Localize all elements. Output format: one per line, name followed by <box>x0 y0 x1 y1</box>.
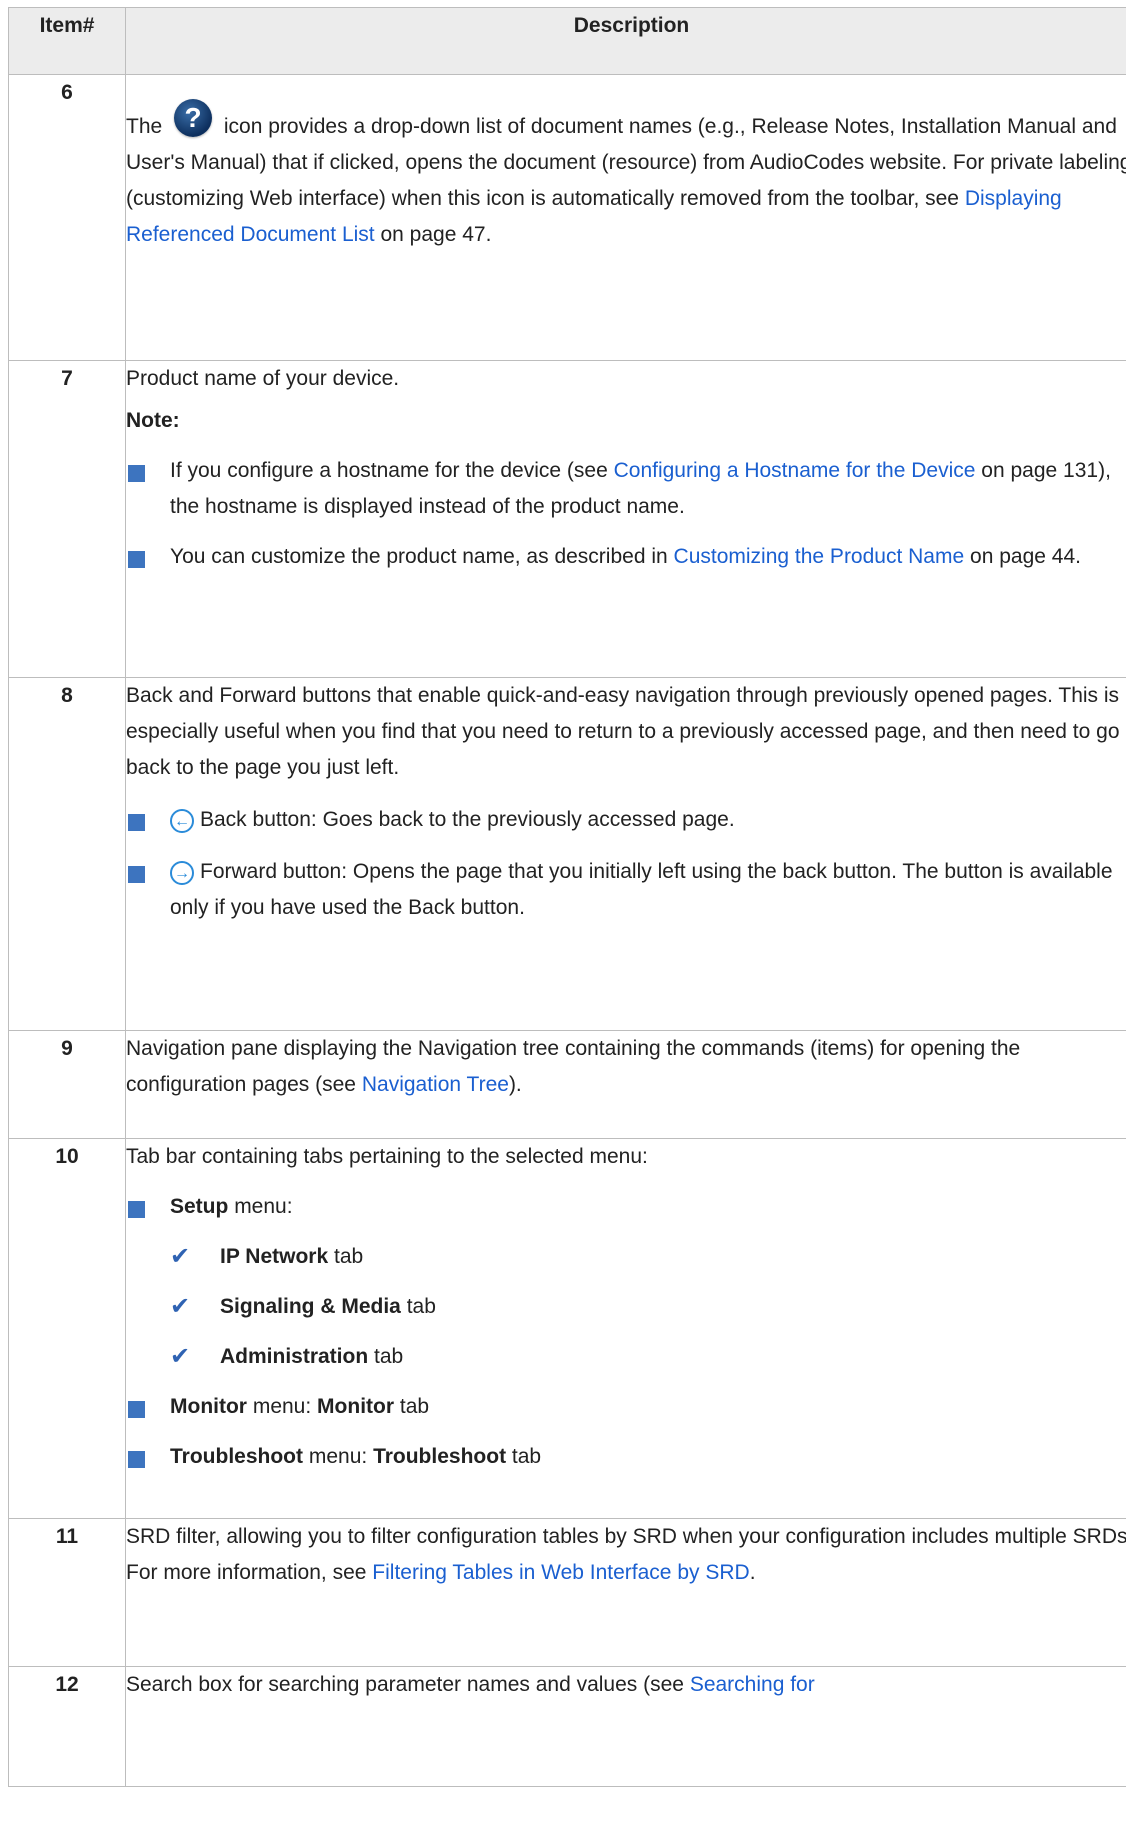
item-description: Back and Forward buttons that enable qui… <box>125 677 1126 1031</box>
back-arrow-icon: ← <box>170 809 194 833</box>
table-row: 8 Back and Forward buttons that enable q… <box>8 677 1126 1031</box>
list-item: Troubleshoot menu: Troubleshoot tab <box>126 1439 1126 1475</box>
table-row: 9 Navigation pane displaying the Navigat… <box>8 1030 1126 1139</box>
list-item: ✔ Administration tab <box>126 1339 1126 1375</box>
list-item: Setup menu: <box>126 1189 1126 1225</box>
item-description: Product name of your device. Note: If yo… <box>125 360 1126 678</box>
item-description-table: Item# Description 6 The ? icon provides … <box>8 7 1126 1787</box>
header-item: Item# <box>8 7 126 75</box>
item-description: The ? icon provides a drop-down list of … <box>125 74 1126 361</box>
item-number: 6 <box>8 74 126 361</box>
list-item: → Forward button: Opens the page that you… <box>126 854 1126 926</box>
document-page: Item# Description 6 The ? icon provides … <box>0 0 1126 1823</box>
table-header-row: Item# Description <box>8 7 1126 75</box>
check-mark-icon: ✔ <box>170 1343 191 1370</box>
link-navigation-tree[interactable]: Navigation Tree <box>362 1073 509 1096</box>
list-item: Monitor menu: Monitor tab <box>126 1389 1126 1425</box>
desc-text: Back and Forward buttons that enable qui… <box>126 684 1120 779</box>
item-number: 8 <box>8 677 126 1031</box>
header-description: Description <box>125 7 1126 75</box>
check-mark-icon: ✔ <box>170 1243 191 1270</box>
forward-arrow-icon: → <box>170 861 194 885</box>
link-searching-for[interactable]: Searching for <box>690 1673 815 1696</box>
table-row: 11 SRD filter, allowing you to filter co… <box>8 1518 1126 1667</box>
item-number: 7 <box>8 360 126 678</box>
item-description: Tab bar containing tabs pertaining to th… <box>125 1138 1126 1519</box>
item-description: Navigation pane displaying the Navigatio… <box>125 1030 1126 1139</box>
link-customizing-product-name[interactable]: Customizing the Product Name <box>674 545 965 568</box>
link-filtering-tables-by-srd[interactable]: Filtering Tables in Web Interface by SRD <box>372 1561 749 1584</box>
list-item: ← Back button: Goes back to the previousl… <box>126 802 1126 838</box>
list-item: ✔ Signaling & Media tab <box>126 1289 1126 1325</box>
desc-text: on page 47. <box>380 223 492 246</box>
check-mark-icon: ✔ <box>170 1293 191 1320</box>
table-row: 7 Product name of your device. Note: If … <box>8 360 1126 678</box>
item-number: 12 <box>8 1666 126 1787</box>
table-row: 10 Tab bar containing tabs pertaining to… <box>8 1138 1126 1519</box>
question-mark-icon: ? <box>174 99 213 137</box>
table-row: 12 Search box for searching parameter na… <box>8 1666 1126 1787</box>
item-number: 10 <box>8 1138 126 1519</box>
item-number: 9 <box>8 1030 126 1139</box>
note-label: Note: <box>126 409 180 432</box>
desc-text: Tab bar containing tabs pertaining to th… <box>126 1145 648 1168</box>
item-number: 11 <box>8 1518 126 1667</box>
item-description: Search box for searching parameter names… <box>125 1666 1126 1787</box>
desc-text: Product name of your device. <box>126 367 400 390</box>
table-row: 6 The ? icon provides a drop-down list o… <box>8 74 1126 361</box>
item-description: SRD filter, allowing you to filter confi… <box>125 1518 1126 1667</box>
link-configuring-hostname[interactable]: Configuring a Hostname for the Device <box>614 459 976 482</box>
desc-text: The <box>126 115 163 138</box>
list-item: ✔ IP Network tab <box>126 1239 1126 1275</box>
list-item: You can customize the product name, as d… <box>126 539 1126 575</box>
list-item: If you configure a hostname for the devi… <box>126 453 1126 525</box>
